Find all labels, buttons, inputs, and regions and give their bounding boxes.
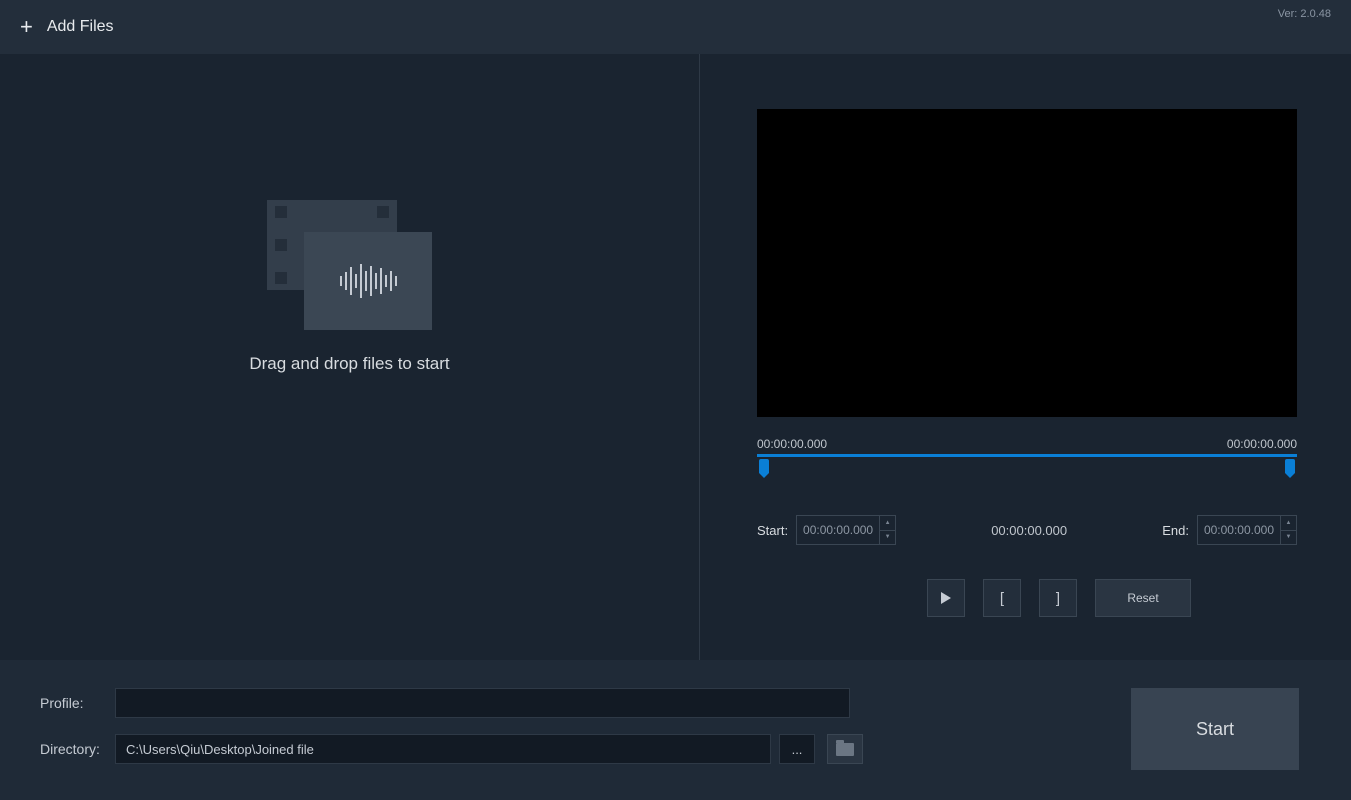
timeline-start-time: 00:00:00.000 (757, 437, 827, 451)
start-spin-down[interactable]: ▼ (880, 531, 895, 545)
profile-input[interactable] (115, 688, 850, 718)
end-spin-down[interactable]: ▼ (1281, 531, 1296, 545)
add-files-label: Add Files (47, 18, 114, 36)
playback-controls: [ ] Reset (927, 579, 1297, 617)
audio-wave-icon (304, 232, 432, 330)
directory-label: Directory: (40, 741, 115, 757)
version-label: Ver: 2.0.48 (1278, 8, 1331, 20)
drop-text: Drag and drop files to start (249, 354, 449, 374)
play-button[interactable] (927, 579, 965, 617)
timeline-end-time: 00:00:00.000 (1227, 437, 1297, 451)
open-folder-button[interactable] (827, 734, 863, 764)
mark-in-button[interactable]: [ (983, 579, 1021, 617)
preview-panel: 00:00:00.000 00:00:00.000 Start: 00:00:0… (700, 54, 1351, 660)
timeline-handle-end[interactable] (1285, 459, 1295, 473)
header: + Add Files Ver: 2.0.48 (0, 0, 1351, 54)
current-time: 00:00:00.000 (991, 523, 1067, 538)
drop-graphic (267, 200, 432, 330)
start-spin-up[interactable]: ▲ (880, 516, 895, 531)
play-icon (941, 592, 951, 604)
file-drop-panel[interactable]: Drag and drop files to start (0, 54, 700, 660)
start-label: Start: (757, 523, 788, 538)
end-time-value: 00:00:00.000 (1198, 516, 1280, 544)
mark-out-button[interactable]: ] (1039, 579, 1077, 617)
timeline-slider[interactable] (757, 453, 1297, 477)
end-spin-up[interactable]: ▲ (1281, 516, 1296, 531)
time-inputs-row: Start: 00:00:00.000 ▲ ▼ 00:00:00.000 End… (757, 515, 1297, 545)
main-area: Drag and drop files to start 00:00:00.00… (0, 54, 1351, 660)
reset-button[interactable]: Reset (1095, 579, 1191, 617)
add-files-button[interactable]: + Add Files (20, 16, 114, 38)
plus-icon: + (20, 16, 33, 38)
folder-icon (836, 743, 854, 756)
bottom-bar: Profile: Directory: C:\Users\Qiu\Desktop… (0, 660, 1351, 800)
profile-label: Profile: (40, 695, 115, 711)
browse-button[interactable]: ... (779, 734, 815, 764)
timeline-section: 00:00:00.000 00:00:00.000 (757, 437, 1297, 477)
directory-input[interactable]: C:\Users\Qiu\Desktop\Joined file (115, 734, 771, 764)
start-button[interactable]: Start (1131, 688, 1299, 770)
start-time-value: 00:00:00.000 (797, 516, 879, 544)
end-time-input[interactable]: 00:00:00.000 ▲ ▼ (1197, 515, 1297, 545)
video-preview[interactable] (757, 109, 1297, 417)
timeline-handle-start[interactable] (759, 459, 769, 473)
end-label: End: (1162, 523, 1189, 538)
start-time-input[interactable]: 00:00:00.000 ▲ ▼ (796, 515, 896, 545)
